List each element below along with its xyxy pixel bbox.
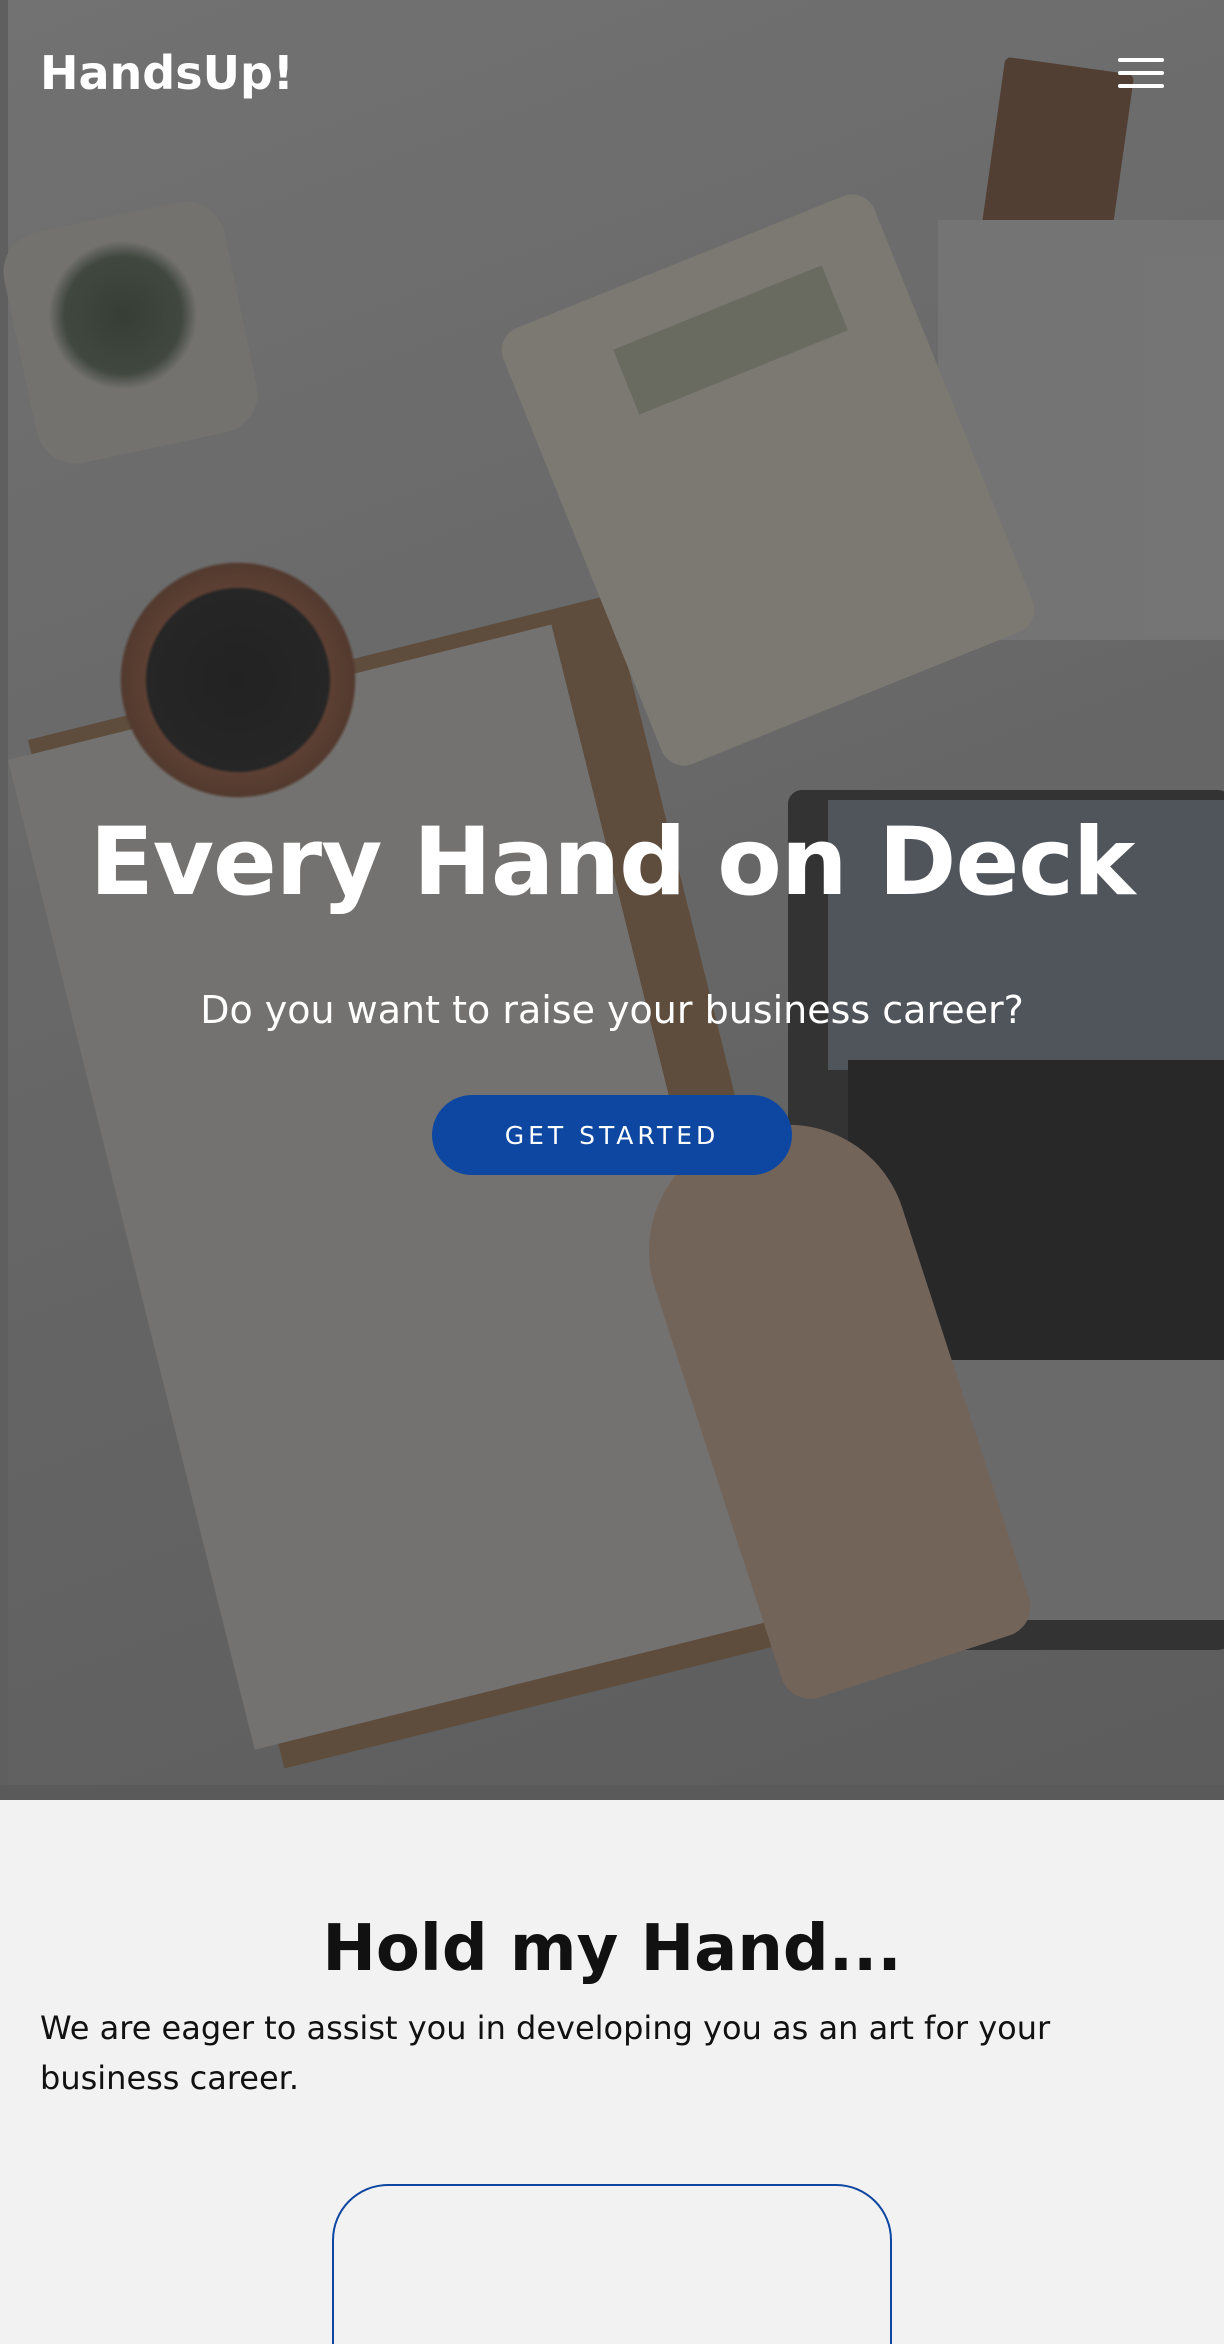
- get-started-button[interactable]: GET STARTED: [432, 1095, 792, 1175]
- hero-subtitle: Do you want to raise your business caree…: [200, 988, 1024, 1032]
- feature-card: [332, 2184, 892, 2344]
- hero-title: Every Hand on Deck: [89, 808, 1136, 917]
- hero-section: HandsUp! Every Hand on Deck Do you want …: [0, 0, 1224, 1800]
- section-title: Hold my Hand...: [322, 1912, 902, 1986]
- hero-bottom-shadow: [0, 1785, 1224, 1800]
- hamburger-menu-icon[interactable]: [1118, 58, 1168, 96]
- section-description: We are eager to assist you in developing…: [40, 2009, 1051, 2097]
- brand-logo[interactable]: HandsUp!: [40, 46, 294, 100]
